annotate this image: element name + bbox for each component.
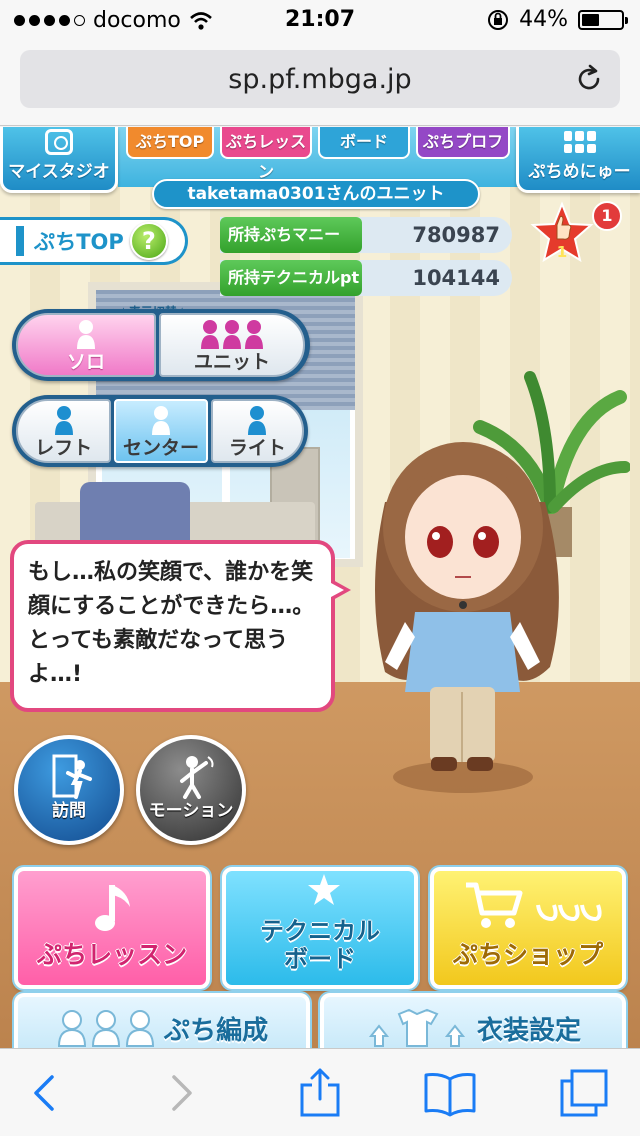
mode-toggle: ソロ ユニット <box>12 309 310 381</box>
petit-lesson-button[interactable]: ぷちレッスン <box>14 867 210 989</box>
petit-shop-label: ぷちショップ <box>452 940 604 969</box>
studio-icon <box>45 129 73 155</box>
costume-icon <box>368 1008 466 1047</box>
browser-toolbar <box>0 1048 640 1136</box>
person-icon <box>18 315 154 349</box>
petit-lesson-label: ぷちレッスン <box>36 940 188 969</box>
notification-badge: 1 <box>592 201 622 231</box>
motion-button[interactable]: モーション <box>136 735 246 845</box>
rotation-lock-icon <box>488 9 509 30</box>
stat-label: 所持テクニカルpt <box>220 260 362 296</box>
center-position-button[interactable]: センター <box>114 399 208 463</box>
left-position-button[interactable]: レフト <box>16 399 112 463</box>
petit-shop-button[interactable]: ぷちショップ <box>430 867 626 989</box>
game-screen: マイスタジオ ぷちTOP ぷちレッスン ボード ぷちプロフ ぷちめにゅー tak… <box>0 127 640 1048</box>
speech-bubble: もし…私の笑顔で、誰かを笑顔にすることができたら…。とっても素敵だなって思うよ…… <box>10 540 351 712</box>
back-icon[interactable] <box>18 1067 74 1119</box>
stat-petit-money: 所持ぷちマニー 780987 <box>220 217 512 253</box>
visit-button[interactable]: 訪問 <box>14 735 124 845</box>
unit-name-label: taketama0301さんのユニット <box>152 179 480 209</box>
like-count: 1 <box>557 243 567 261</box>
person-right-icon <box>213 401 302 435</box>
door-icon <box>52 754 92 799</box>
visit-label: 訪問 <box>52 801 86 821</box>
stat-label: 所持ぷちマニー <box>220 217 362 253</box>
browser-address-area: sp.pf.mbga.jp <box>0 40 640 126</box>
stat-value: 780987 <box>412 223 500 247</box>
like-star-icon[interactable]: 1 <box>530 201 594 265</box>
tab-petit-lesson[interactable]: ぷちレッスン <box>220 127 312 181</box>
stat-value: 104144 <box>412 266 500 290</box>
battery-icon <box>578 9 628 30</box>
petit-formation-button[interactable]: ぷち編成 <box>14 993 310 1048</box>
costume-settings-button[interactable]: 衣装設定 <box>320 993 626 1048</box>
tab-petit-profile[interactable]: ぷちプロフ <box>416 127 510 159</box>
status-bar: docomo 21:07 44% <box>0 0 640 40</box>
bookmarks-icon[interactable] <box>422 1067 478 1119</box>
stat-technical-pt: 所持テクニカルpt 104144 <box>220 260 512 296</box>
tabs-icon[interactable] <box>556 1067 612 1119</box>
group-icon <box>57 1010 154 1047</box>
battery-percent: 44% <box>519 7 568 32</box>
page-title-banner: ぷちTOP ? <box>0 217 188 265</box>
address-bar[interactable]: sp.pf.mbga.jp <box>20 50 620 108</box>
petit-formation-label: ぷち編成 <box>163 1015 269 1046</box>
petit-character[interactable] <box>345 412 580 797</box>
url-text: sp.pf.mbga.jp <box>228 64 412 95</box>
person-left-icon <box>18 401 109 435</box>
music-note-icon <box>95 885 130 931</box>
shoes-icon <box>536 904 602 922</box>
wave-person-icon <box>180 756 214 799</box>
technical-board-button[interactable]: テクニカル ボード <box>222 867 418 989</box>
petit-menu-button[interactable]: ぷちめにゅー <box>516 127 640 193</box>
my-studio-label: マイスタジオ <box>8 162 110 182</box>
forward-icon[interactable] <box>152 1067 208 1119</box>
petit-menu-label: ぷちめにゅー <box>528 162 631 182</box>
page-title: ぷちTOP <box>34 230 124 254</box>
group-icon <box>161 315 303 349</box>
unit-button[interactable]: ユニット <box>159 313 305 377</box>
my-studio-button[interactable]: マイスタジオ <box>0 127 118 193</box>
reload-icon[interactable] <box>574 64 604 94</box>
tab-petit-top[interactable]: ぷちTOP <box>126 127 214 159</box>
share-icon[interactable] <box>292 1067 348 1119</box>
technical-board-label: テクニカル ボード <box>260 917 380 973</box>
motion-label: モーション <box>148 801 234 821</box>
cart-icon <box>466 882 523 928</box>
costume-settings-label: 衣装設定 <box>476 1015 581 1046</box>
right-position-button[interactable]: ライト <box>210 399 305 463</box>
help-icon[interactable]: ? <box>129 222 168 260</box>
solo-button[interactable]: ソロ <box>16 313 156 377</box>
star-icon <box>308 874 340 905</box>
tab-board[interactable]: ボード <box>318 127 410 159</box>
menu-grid-icon <box>563 131 596 153</box>
person-center-icon <box>116 401 205 435</box>
position-toggle: レフト センター ライト <box>12 395 308 467</box>
